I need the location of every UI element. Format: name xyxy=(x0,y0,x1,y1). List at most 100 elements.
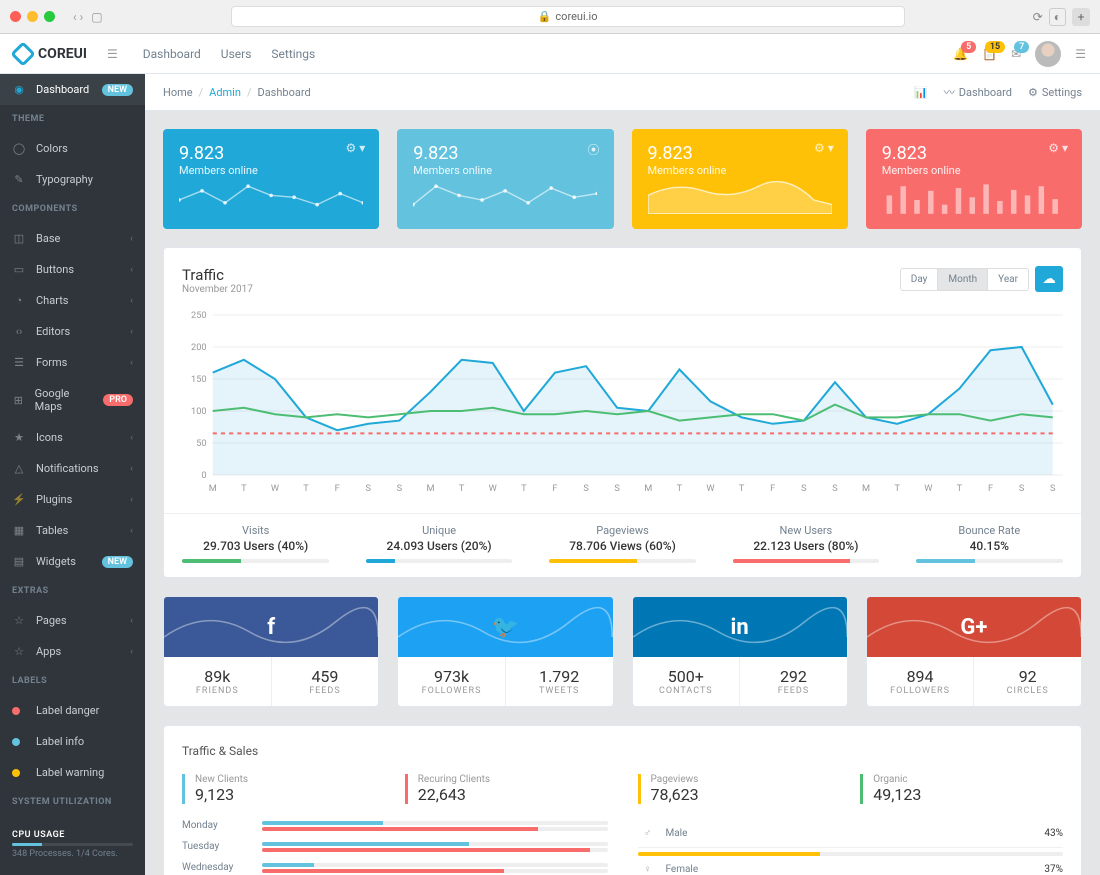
minimize-dot-icon[interactable] xyxy=(27,11,38,22)
bc-graph-icon[interactable]: 📊 xyxy=(914,86,928,99)
svg-text:T: T xyxy=(957,484,963,494)
chevron-icon: ‹ xyxy=(130,433,133,443)
sidebar-item-charts[interactable]: ◔ Charts‹ xyxy=(0,285,145,316)
svg-text:T: T xyxy=(521,484,527,494)
sidebar-item-widgets[interactable]: ▤ WidgetsNEW xyxy=(0,546,145,577)
social-card-tw: 🐦 973kFOLLOWERS 1.792TWEETS xyxy=(397,596,613,707)
download-button[interactable]: ☁ xyxy=(1035,266,1063,292)
stat-menu-icon[interactable]: ⦿ xyxy=(587,141,599,158)
reader-icon[interactable]: ◐ xyxy=(1049,8,1066,26)
stat-sparkline xyxy=(648,177,832,217)
bc-admin[interactable]: Admin xyxy=(209,86,241,99)
topbar: COREUI ☰ Dashboard Users Settings 🔔5 📋15… xyxy=(0,34,1100,74)
main: Home / Admin / Dashboard 📊 〰 Dashboard ⚙… xyxy=(145,74,1100,875)
side-icon: ★ xyxy=(12,431,26,444)
sidebar-item-google-maps[interactable]: ⊞ Google MapsPRO xyxy=(0,378,145,422)
stat-sparkline xyxy=(413,177,597,217)
fb-icon: f xyxy=(267,615,275,640)
stat-card-0: ⚙ ▾ 9.823 Members online xyxy=(163,129,379,229)
bc-home[interactable]: Home xyxy=(163,86,193,99)
bc-settings-link[interactable]: ⚙ Settings xyxy=(1028,86,1082,99)
sidebar-label: Charts xyxy=(36,294,68,307)
day-row-tuesday: Tuesday xyxy=(182,841,608,852)
period-month[interactable]: Month xyxy=(938,269,988,290)
stat-value: 9.823 xyxy=(413,143,597,164)
breadcrumb: Home / Admin / Dashboard 📊 〰 Dashboard ⚙… xyxy=(145,74,1100,111)
maximize-dot-icon[interactable] xyxy=(44,11,55,22)
bc-dashboard-link[interactable]: 〰 Dashboard xyxy=(944,84,1012,100)
mail-badge: 7 xyxy=(1014,41,1029,53)
ts-stat: Organic49,123 xyxy=(860,774,1063,804)
logo[interactable]: COREUI xyxy=(14,45,87,63)
hamburger-icon[interactable]: ☰ xyxy=(107,47,118,61)
stat-sparkline xyxy=(882,177,1066,217)
sidebar-item-tables[interactable]: ▦ Tables‹ xyxy=(0,515,145,546)
svg-text:150: 150 xyxy=(191,375,207,385)
day-row-monday: Monday xyxy=(182,820,608,831)
sidebar-item-base[interactable]: ◫ Base‹ xyxy=(0,223,145,254)
label-dot-icon xyxy=(12,769,20,777)
sidebar-item-editors[interactable]: ‹› Editors‹ xyxy=(0,316,145,347)
sidebar-label: Colors xyxy=(36,142,68,155)
sidebar-item-dashboard[interactable]: ◉ Dashboard NEW xyxy=(0,74,145,105)
label-label-danger[interactable]: Label danger xyxy=(0,695,145,726)
svg-text:W: W xyxy=(489,484,497,494)
side-icon: ◔ xyxy=(12,294,26,307)
svg-text:100: 100 xyxy=(191,407,207,417)
sidebar-item-notifications[interactable]: △ Notifications‹ xyxy=(0,453,145,484)
period-day[interactable]: Day xyxy=(901,269,939,290)
nav-dashboard[interactable]: Dashboard xyxy=(143,47,201,61)
reload-icon[interactable]: ⟳ xyxy=(1033,10,1043,24)
sidebar-label: Widgets xyxy=(36,555,76,568)
mail-icon[interactable]: ✉7 xyxy=(1011,47,1021,61)
sidebar-item-colors[interactable]: ◯ Colors xyxy=(0,133,145,164)
stat-value: 9.823 xyxy=(882,143,1066,164)
side-icon: ◯ xyxy=(12,142,26,155)
stat-menu-icon[interactable]: ⚙ ▾ xyxy=(345,141,365,155)
svg-text:T: T xyxy=(677,484,683,494)
stat-menu-icon[interactable]: ⚙ ▾ xyxy=(1048,141,1068,155)
svg-text:F: F xyxy=(988,484,993,494)
ts-stat: New Clients9,123 xyxy=(182,774,385,804)
sidebar-item-icons[interactable]: ★ Icons‹ xyxy=(0,422,145,453)
aside-toggle-icon[interactable]: ☰ xyxy=(1075,47,1086,61)
bell-icon[interactable]: 🔔5 xyxy=(953,47,968,61)
nav-settings[interactable]: Settings xyxy=(271,47,315,61)
window-controls[interactable] xyxy=(10,11,55,22)
avatar[interactable] xyxy=(1035,41,1061,67)
new-tab-button[interactable]: + xyxy=(1072,8,1090,26)
sidebar-item-buttons[interactable]: ▭ Buttons‹ xyxy=(0,254,145,285)
label-label-info[interactable]: Label info xyxy=(0,726,145,757)
sidebar-item-plugins[interactable]: ⚡ Plugins‹ xyxy=(0,484,145,515)
label-label-warning[interactable]: Label warning xyxy=(0,757,145,788)
sidebar-label: Pages xyxy=(36,614,67,627)
sidebar-item-forms[interactable]: ☰ Forms‹ xyxy=(0,347,145,378)
svg-text:F: F xyxy=(335,484,340,494)
nav-users[interactable]: Users xyxy=(221,47,252,61)
stat-cards: ⚙ ▾ 9.823 Members online ⦿ 9.823 Members… xyxy=(163,129,1082,229)
metric-pageviews: Pageviews 78.706 Views (60%) xyxy=(531,514,714,577)
list-icon[interactable]: 📋15 xyxy=(982,47,997,61)
sidebar-header-theme: THEME xyxy=(0,105,145,133)
sidebar-item-typography[interactable]: ✎ Typography xyxy=(0,164,145,195)
svg-text:S: S xyxy=(1019,484,1025,494)
metric-bounce-rate: Bounce Rate 40.15% xyxy=(898,514,1081,577)
social-card-li: in 500+CONTACTS 292FEEDS xyxy=(632,596,848,707)
panel-icon[interactable]: ▢ xyxy=(91,10,102,24)
sidebar-item-pages[interactable]: ☆ Pages ‹ xyxy=(0,605,145,636)
social-head: 🐦 xyxy=(398,597,612,657)
period-year[interactable]: Year xyxy=(988,269,1028,290)
sidebar-label: Plugins xyxy=(36,493,72,506)
url-bar[interactable]: 🔒 coreui.io xyxy=(231,6,905,27)
social-stat-1: 89kFRIENDS xyxy=(164,657,272,706)
sidebar-item-apps[interactable]: ☆ Apps ‹ xyxy=(0,636,145,667)
svg-text:T: T xyxy=(459,484,465,494)
stat-menu-icon[interactable]: ⚙ ▾ xyxy=(814,141,834,155)
social-head: G+ xyxy=(867,597,1081,657)
social-card-gp: G+ 894FOLLOWERS 92CIRCLES xyxy=(866,596,1082,707)
close-dot-icon[interactable] xyxy=(10,11,21,22)
nav-arrows[interactable]: ‹ › xyxy=(73,10,83,24)
social-stat-1: 973kFOLLOWERS xyxy=(398,657,506,706)
social-stat-2: 92CIRCLES xyxy=(974,657,1081,706)
gender-icon: ♀ xyxy=(638,864,658,875)
